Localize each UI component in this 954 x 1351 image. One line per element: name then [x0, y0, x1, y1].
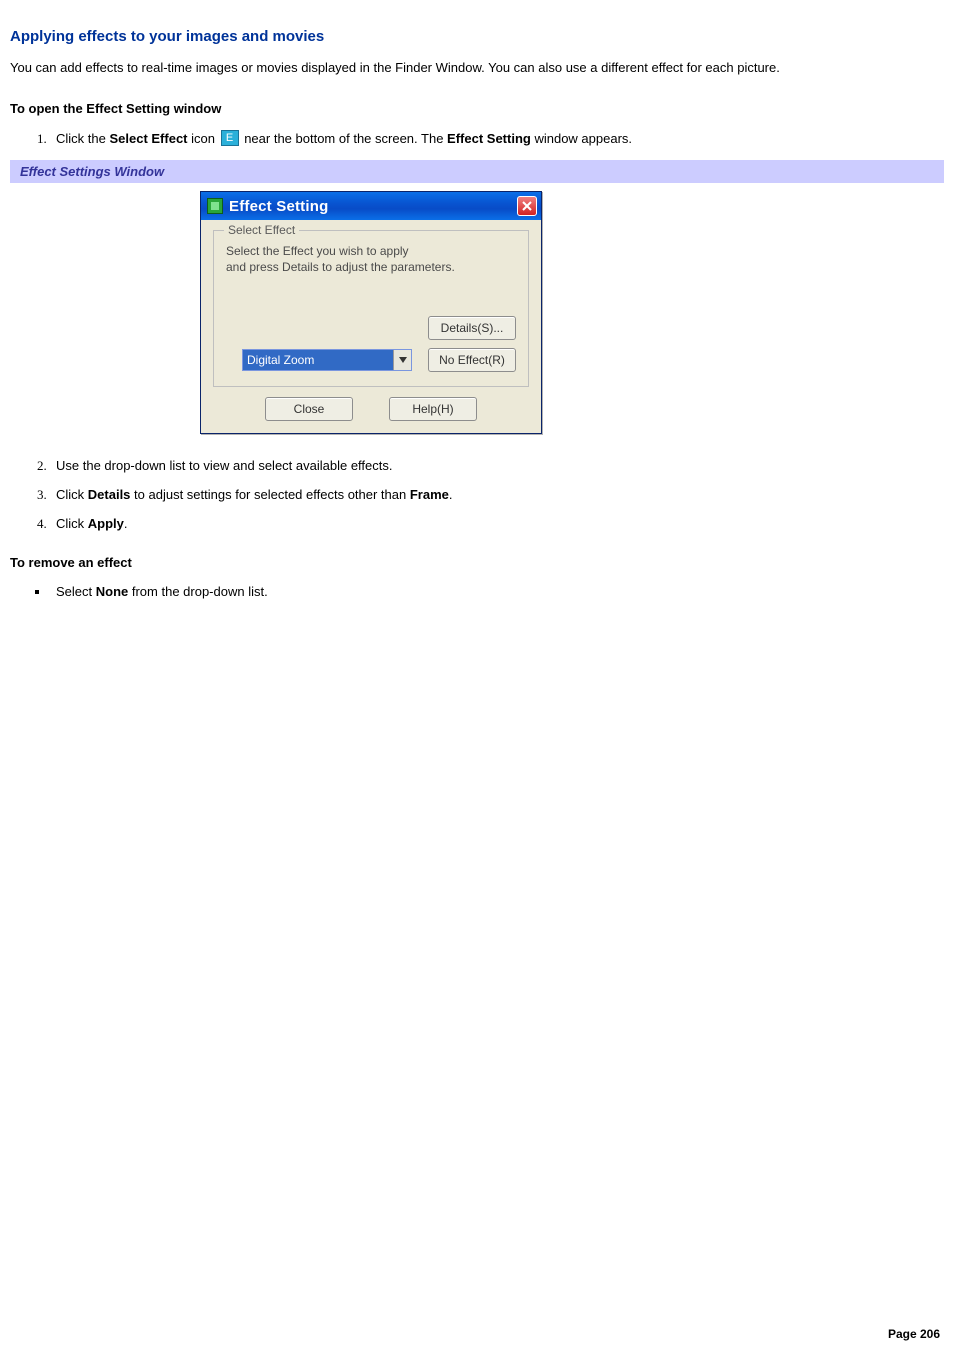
step-1-bold1: Select Effect	[109, 131, 187, 146]
subhead-remove: To remove an effect	[10, 555, 944, 570]
step-1-suffix: window appears.	[531, 131, 632, 146]
dialog-title: Effect Setting	[229, 198, 328, 215]
dialog-app-icon	[207, 198, 223, 214]
dialog-titlebar[interactable]: Effect Setting	[201, 192, 541, 220]
close-button[interactable]: Close	[265, 397, 353, 421]
step-1-after-icon: near the bottom of the screen. The	[241, 131, 447, 146]
step-1-prefix: Click the	[56, 131, 109, 146]
effect-dropdown[interactable]: Digital Zoom	[242, 349, 412, 371]
intro-paragraph: You can add effects to real-time images …	[10, 59, 944, 77]
group-legend: Select Effect	[224, 223, 299, 237]
figure-caption: Effect Settings Window	[10, 160, 944, 183]
group-hint: Select the Effect you wish to apply and …	[226, 243, 516, 275]
step-1-bold2: Effect Setting	[447, 131, 531, 146]
select-effect-icon	[221, 130, 239, 146]
subhead-open: To open the Effect Setting window	[10, 101, 944, 116]
step-4: Click Apply.	[50, 516, 944, 531]
step-1-mid: icon	[188, 131, 219, 146]
remove-bullet-1: Select None from the drop-down list.	[50, 584, 944, 599]
effect-setting-dialog: Effect Setting Select Effect Select the …	[200, 191, 542, 433]
effect-dropdown-selected: Digital Zoom	[243, 350, 393, 370]
page-title: Applying effects to your images and movi…	[10, 28, 944, 45]
select-effect-group: Select Effect Select the Effect you wish…	[213, 230, 529, 386]
close-icon[interactable]	[517, 196, 537, 216]
steps-open: Click the Select Effect icon near the bo…	[10, 130, 944, 146]
details-button[interactable]: Details(S)...	[428, 316, 516, 340]
page-number: Page 206	[888, 1327, 940, 1341]
no-effect-button[interactable]: No Effect(R)	[428, 348, 516, 372]
step-1: Click the Select Effect icon near the bo…	[50, 130, 944, 146]
remove-bullets: Select None from the drop-down list.	[10, 584, 944, 599]
chevron-down-icon[interactable]	[393, 350, 411, 370]
steps-continued: Use the drop-down list to view and selec…	[10, 458, 944, 531]
help-button[interactable]: Help(H)	[389, 397, 477, 421]
step-3: Click Details to adjust settings for sel…	[50, 487, 944, 502]
step-2: Use the drop-down list to view and selec…	[50, 458, 944, 473]
